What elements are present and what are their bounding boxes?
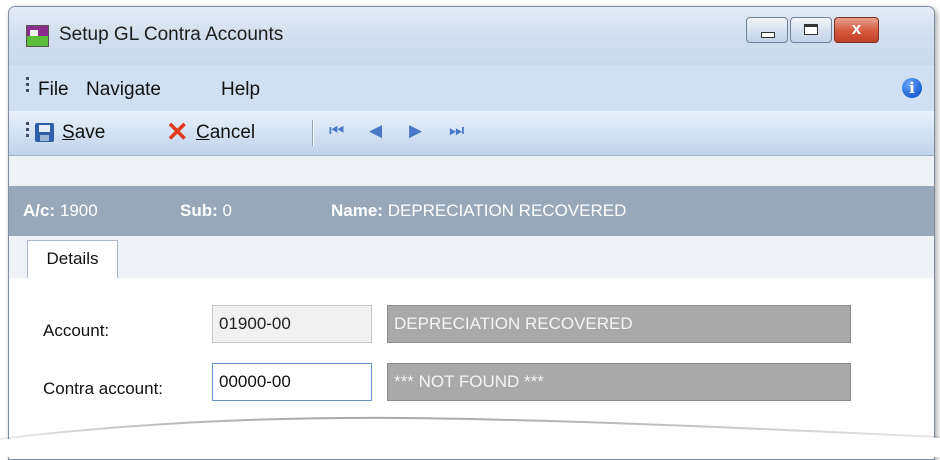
first-record-icon[interactable]: ⏮ (329, 121, 344, 141)
contra-account-label: Contra account: (43, 379, 164, 398)
app-icon[interactable] (26, 25, 49, 47)
account-name-field: DEPRECIATION RECOVERED (387, 305, 851, 343)
info-icon[interactable]: i (902, 78, 922, 98)
tab-details[interactable]: Details (27, 240, 118, 278)
maximize-button[interactable] (790, 17, 832, 43)
close-button[interactable]: x (834, 17, 879, 43)
menu-navigate[interactable]: Navigate (86, 79, 161, 101)
cancel-label: Cancel (196, 122, 256, 143)
menu-grip-icon[interactable] (26, 77, 30, 95)
toolbar-grip-icon[interactable] (26, 122, 30, 140)
title-bar: Setup GL Contra Accounts x (9, 7, 934, 65)
record-header: A/c: 1900 Sub: 0 Name: DEPRECIATION RECO… (9, 186, 934, 236)
name-header: Name: DEPRECIATION RECOVERED (331, 201, 627, 220)
account-label: Account: (43, 321, 110, 340)
menu-file[interactable]: File (38, 79, 69, 101)
previous-record-icon[interactable]: ◀ (369, 121, 382, 141)
account-field: 01900-00 (212, 305, 372, 343)
contra-account-input[interactable]: 00000-00 (212, 363, 372, 401)
close-icon: x (851, 19, 862, 38)
contra-account-name-field: *** NOT FOUND *** (387, 363, 851, 401)
menu-help[interactable]: Help (221, 79, 260, 101)
save-icon (35, 123, 54, 142)
toolbar: Save ✕ Cancel ⏮ ◀ ▶ ⏭ (9, 111, 934, 156)
toolbar-separator (312, 120, 314, 146)
cancel-icon: ✕ (166, 117, 189, 147)
maximize-icon (804, 24, 818, 35)
sub-header: Sub: 0 (180, 201, 232, 220)
tab-strip: Details (9, 236, 934, 279)
next-record-icon[interactable]: ▶ (409, 121, 422, 141)
app-window: Setup GL Contra Accounts x File Navigate… (8, 6, 935, 460)
minimize-button[interactable] (746, 17, 788, 43)
save-label: Save (62, 122, 106, 143)
account-header: A/c: 1900 (23, 201, 98, 220)
last-record-icon[interactable]: ⏭ (449, 121, 464, 141)
minimize-icon (761, 32, 775, 38)
menu-bar: File Navigate Help i (9, 65, 934, 111)
details-panel: Account: 01900-00 DEPRECIATION RECOVERED… (9, 278, 934, 459)
window-title: Setup GL Contra Accounts (59, 24, 284, 45)
